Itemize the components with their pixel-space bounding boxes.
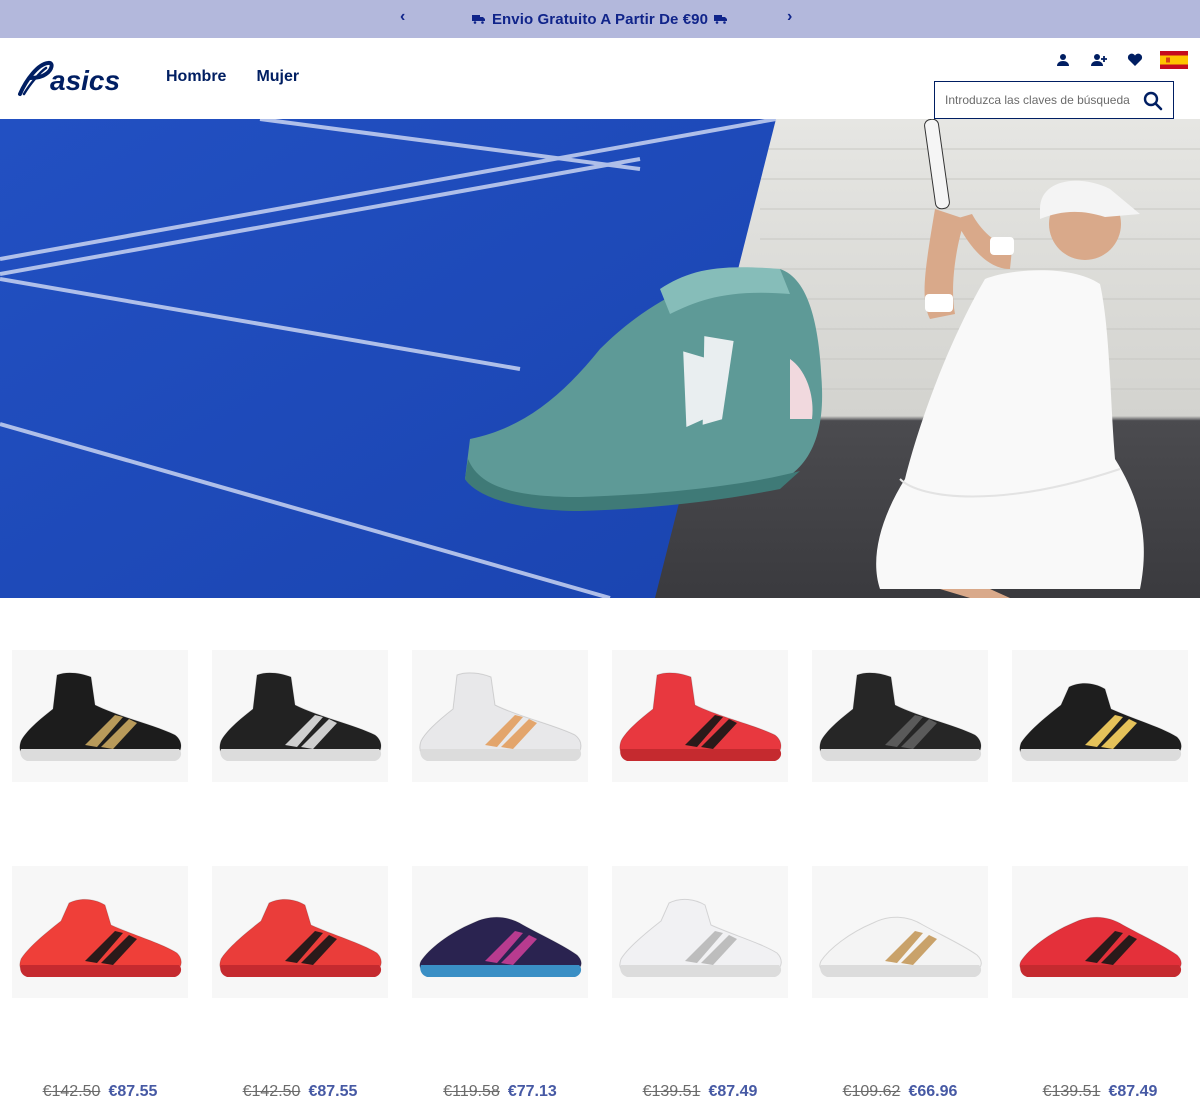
shoe-illustration bbox=[19, 898, 182, 977]
promo-next-button[interactable]: › bbox=[787, 8, 792, 26]
promo-message[interactable]: Envio Gratuito A Partir De €90 bbox=[471, 10, 728, 28]
nav-hombre[interactable]: Hombre bbox=[166, 68, 226, 86]
product-card[interactable]: €142.50€87.55 bbox=[1000, 650, 1200, 884]
product-prices: €139.51 €87.49 bbox=[600, 1083, 800, 1101]
shoe-illustration bbox=[819, 916, 982, 977]
user-icon[interactable] bbox=[1052, 50, 1074, 70]
product-card[interactable]: €139.51 €87.49 bbox=[1000, 866, 1200, 1100]
product-image[interactable] bbox=[612, 650, 788, 782]
sale-price: €87.49 bbox=[708, 1083, 758, 1100]
search-box bbox=[934, 81, 1174, 119]
product-card[interactable]: €119.58 €77.13 bbox=[400, 866, 600, 1100]
product-grid: €104.57€66.86€92.95€66.63€87.14€65.36€13… bbox=[0, 598, 1200, 1100]
product-card[interactable]: €131.54€87.33 bbox=[600, 650, 800, 884]
product-card[interactable]: €92.95€66.63 bbox=[200, 650, 400, 884]
product-prices: €142.50 €87.55 bbox=[200, 1083, 400, 1101]
product-image[interactable] bbox=[1012, 866, 1188, 998]
product-image[interactable] bbox=[12, 650, 188, 782]
product-image[interactable] bbox=[812, 650, 988, 782]
heart-icon[interactable] bbox=[1124, 50, 1146, 70]
product-card[interactable]: €98.76€66.75 bbox=[800, 650, 1000, 884]
product-image[interactable] bbox=[212, 650, 388, 782]
shoe-illustration bbox=[419, 672, 582, 761]
shoe-illustration bbox=[1019, 916, 1182, 977]
svg-text:asics: asics bbox=[50, 65, 120, 96]
product-card[interactable]: €139.51 €87.49 bbox=[600, 866, 800, 1100]
product-prices: €139.51 €87.49 bbox=[1000, 1083, 1200, 1101]
product-prices: €109.62 €66.96 bbox=[800, 1083, 1000, 1101]
asics-logo[interactable]: asics bbox=[16, 60, 126, 100]
product-prices: €142.50 €87.55 bbox=[0, 1083, 200, 1101]
search-input[interactable] bbox=[945, 93, 1135, 107]
product-image[interactable] bbox=[412, 866, 588, 998]
sale-price: €77.13 bbox=[507, 1083, 557, 1100]
original-price: €142.50 bbox=[242, 1083, 301, 1100]
shoe-illustration bbox=[1019, 682, 1182, 761]
sale-price: €87.49 bbox=[1108, 1083, 1158, 1100]
site-header: asics Hombre Mujer bbox=[0, 38, 1200, 119]
shoe-illustration bbox=[19, 672, 182, 761]
product-image[interactable] bbox=[412, 650, 588, 782]
product-card[interactable]: €142.50 €87.55 bbox=[0, 866, 200, 1100]
hero-banner[interactable] bbox=[0, 119, 1200, 598]
original-price: €139.51 bbox=[642, 1083, 701, 1100]
shoe-illustration bbox=[619, 672, 782, 761]
nav-mujer[interactable]: Mujer bbox=[256, 68, 299, 86]
truck-icon bbox=[714, 14, 728, 24]
spain-flag-icon[interactable] bbox=[1160, 50, 1188, 70]
shoe-illustration bbox=[819, 672, 982, 761]
promo-bar: ‹ Envio Gratuito A Partir De €90 › bbox=[0, 0, 1200, 38]
shoe-illustration bbox=[219, 898, 382, 977]
original-price: €109.62 bbox=[842, 1083, 901, 1100]
sale-price: €66.96 bbox=[908, 1083, 958, 1100]
shoe-illustration bbox=[619, 898, 782, 977]
product-image[interactable] bbox=[612, 866, 788, 998]
sale-price: €87.55 bbox=[108, 1083, 158, 1100]
add-user-icon[interactable] bbox=[1088, 50, 1110, 70]
original-price: €142.50 bbox=[42, 1083, 101, 1100]
product-image[interactable] bbox=[812, 866, 988, 998]
search-icon[interactable] bbox=[1141, 89, 1165, 113]
original-price: €119.58 bbox=[443, 1083, 500, 1100]
product-image[interactable] bbox=[212, 866, 388, 998]
sale-price: €87.55 bbox=[308, 1083, 358, 1100]
product-card[interactable]: €109.62 €66.96 bbox=[800, 866, 1000, 1100]
product-card[interactable]: €87.14€65.36 bbox=[400, 650, 600, 884]
original-price: €139.51 bbox=[1042, 1083, 1101, 1100]
promo-text: Envio Gratuito A Partir De €90 bbox=[491, 10, 709, 28]
header-icons bbox=[1052, 50, 1188, 70]
truck-icon bbox=[471, 14, 486, 24]
product-card[interactable]: €142.50 €87.55 bbox=[200, 866, 400, 1100]
promo-prev-button[interactable]: ‹ bbox=[400, 8, 405, 26]
product-image[interactable] bbox=[1012, 650, 1188, 782]
shoe-illustration bbox=[219, 672, 382, 761]
product-image[interactable] bbox=[12, 866, 188, 998]
shoe-illustration bbox=[419, 916, 582, 977]
product-prices: €119.58 €77.13 bbox=[400, 1083, 600, 1101]
main-nav: Hombre Mujer bbox=[166, 68, 299, 86]
product-card[interactable]: €104.57€66.86 bbox=[0, 650, 200, 884]
